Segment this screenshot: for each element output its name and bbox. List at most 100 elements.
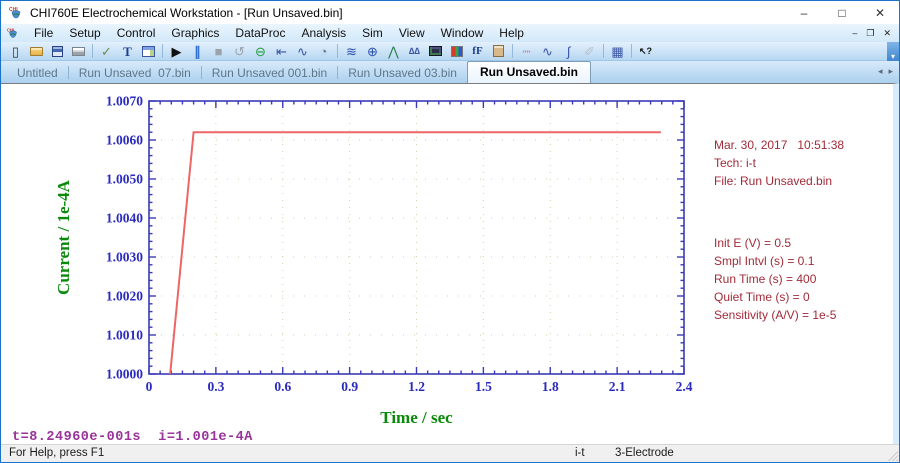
baseline-correction-icon[interactable]: ✐ [579,42,600,60]
status-help-text: For Help, press F1 [9,447,105,459]
ir-compensation-icon[interactable]: ⇤ [271,42,292,60]
tab-items: Untitled Run Unsaved 07.bin Run Unsaved 00… [7,61,591,83]
data-smoothing-icon[interactable]: ┉ [516,42,537,60]
tab-run-unsaved-001-bin[interactable]: Run Unsaved 001.bin [202,63,337,83]
toolbar-separator [512,44,513,58]
pause-experiment-icon[interactable]: ∥ [187,42,208,60]
menu-item-file[interactable]: File [26,25,61,41]
svg-text:Time / sec: Time / sec [380,408,453,427]
param-line: Quiet Time (s) = 0 [714,290,810,304]
svg-text:1.0020: 1.0020 [106,289,143,304]
menu-item-control[interactable]: Control [109,25,164,41]
text-tool-icon[interactable]: T [117,42,138,60]
param-line: Smpl Intvl (s) = 0.1 [714,254,815,268]
resize-grip[interactable] [886,449,898,461]
open-file-icon[interactable] [26,42,47,60]
experiment-info-panel: Mar. 30, 2017 10:51:38 Tech: i-t File: Run… [714,100,844,360]
font-settings-icon[interactable]: fF [467,42,488,60]
menu-item-help[interactable]: Help [491,25,532,41]
info-line: Tech: i-t [714,156,757,170]
svg-text:1.8: 1.8 [542,379,559,394]
toolbar-separator [337,44,338,58]
menu-item-analysis[interactable]: Analysis [293,25,354,41]
toolbar-separator [162,44,163,58]
toolbar-overflow-icon[interactable]: ▾ [887,41,899,61]
tab-run-unsaved-bin[interactable]: Run Unsaved.bin [466,61,591,83]
param-line: Run Time (s) = 400 [714,272,817,286]
toolbar-separator [92,44,93,58]
svg-text:1.0000: 1.0000 [106,367,143,382]
cursor-readout: t=8.24960e-001s i=1.001e-4A [12,430,253,444]
status-technique: i-t [575,447,585,459]
tab-run-unsaved-07-bin[interactable]: Run Unsaved 07.bin [69,63,201,83]
toolbar: ▯ ✓ T ▶ ∥ ■ ↺ ⊖ ⇤ ∿ ◔ ≋ ⊕ ⋀ ∆∆ fF ┉ ∿ ∫ ✐ ▦ ↖? ▾ [1,41,899,61]
menu-item-dataproc[interactable]: DataProc [227,25,293,41]
multi-peak-icon[interactable]: ∆∆ [404,42,425,60]
print-icon[interactable] [68,42,89,60]
tab-run-unsaved-03-bin[interactable]: Run Unsaved 03.bin [338,63,467,83]
app-logo-icon: CHI [9,7,21,18]
derivative-icon[interactable]: ∿ [537,42,558,60]
toolbar-separator [603,44,604,58]
mdi-close-button[interactable]: ✕ [883,28,891,39]
system-setup-icon[interactable]: ✓ [96,42,117,60]
param-line: Sensitivity (A/V) = 1e-5 [714,308,837,322]
cell-window-glyph [142,45,155,57]
data-listing-icon[interactable]: ▦ [607,42,628,60]
mdi-restore-button[interactable]: ❐ [866,28,874,39]
menu-bar: CHI File Setup Control Graphics DataProc Anal… [1,24,899,42]
svg-text:0.6: 0.6 [274,379,291,394]
menu-item-setup[interactable]: Setup [61,25,108,41]
color-legend-icon[interactable] [446,42,467,60]
reverse-scan-icon[interactable]: ↺ [229,42,250,60]
minimize-button[interactable]: – [785,1,823,24]
window-title: CHI760E Electrochemical Workstation - [R… [30,5,343,20]
status-bar: For Help, press F1 i-t 3-Electrode [1,444,899,462]
tab-untitled[interactable]: Untitled [7,63,68,83]
tab-scroll-left-icon[interactable]: ◂ [878,66,883,77]
experiment-header-lines: Mar. 30, 2017 10:51:38 Tech: i-t File: Run… [714,136,844,190]
svg-text:0: 0 [146,379,153,394]
svg-text:1.0070: 1.0070 [106,94,143,109]
cell-monitor-glyph [429,46,442,56]
zero-current-icon[interactable]: ⊖ [250,42,271,60]
app-window: CHI CHI760E Electrochemical Workstation … [0,0,900,463]
window-controls: – □ ✕ [785,1,899,24]
menu-item-sim[interactable]: Sim [354,25,391,41]
svg-text:0.3: 0.3 [207,379,224,394]
svg-text:Current / 1e-4A: Current / 1e-4A [54,179,73,295]
cell-monitor-icon[interactable] [425,42,446,60]
svg-text:0.9: 0.9 [341,379,358,394]
mdi-minimize-button[interactable]: – [852,28,857,38]
peak-definition-icon[interactable]: ⋀ [383,42,404,60]
stop-experiment-icon[interactable]: ■ [208,42,229,60]
menu-item-graphics[interactable]: Graphics [163,25,227,41]
svg-text:2.4: 2.4 [676,379,693,394]
svg-text:1.0010: 1.0010 [106,328,143,343]
context-help-icon[interactable]: ↖? [635,42,656,60]
copy-to-clipboard-icon[interactable] [488,42,509,60]
cell-window-icon[interactable] [138,42,159,60]
save-file-icon[interactable] [47,42,68,60]
zoom-tool-icon[interactable]: ⊕ [362,42,383,60]
integration-icon[interactable]: ∫ [558,42,579,60]
menu-bar-items: File Setup Control Graphics DataProc Analysis… [26,25,532,41]
present-data-plot-icon[interactable]: ≋ [341,42,362,60]
svg-text:1.0050: 1.0050 [106,172,143,187]
svg-text:1.2: 1.2 [408,379,425,394]
run-experiment-icon[interactable]: ▶ [166,42,187,60]
title-bar: CHI CHI760E Electrochemical Workstation … [1,1,899,24]
rotating-electrode-icon[interactable]: ◔ [313,42,334,60]
close-button[interactable]: ✕ [861,1,899,24]
tab-scroll-right-icon[interactable]: ▸ [888,66,893,77]
maximize-button[interactable]: □ [823,1,861,24]
menu-item-view[interactable]: View [391,25,433,41]
save-file-glyph [52,45,63,57]
document-tab-bar: Untitled Run Unsaved 07.bin Run Unsaved 00… [1,61,899,83]
svg-text:1.0060: 1.0060 [106,133,143,148]
svg-text:1.5: 1.5 [475,379,492,394]
mdi-window-controls: – ❐ ✕ [852,28,899,39]
filter-setting-icon[interactable]: ∿ [292,42,313,60]
menu-item-window[interactable]: Window [433,25,492,41]
new-file-icon[interactable]: ▯ [5,42,26,60]
